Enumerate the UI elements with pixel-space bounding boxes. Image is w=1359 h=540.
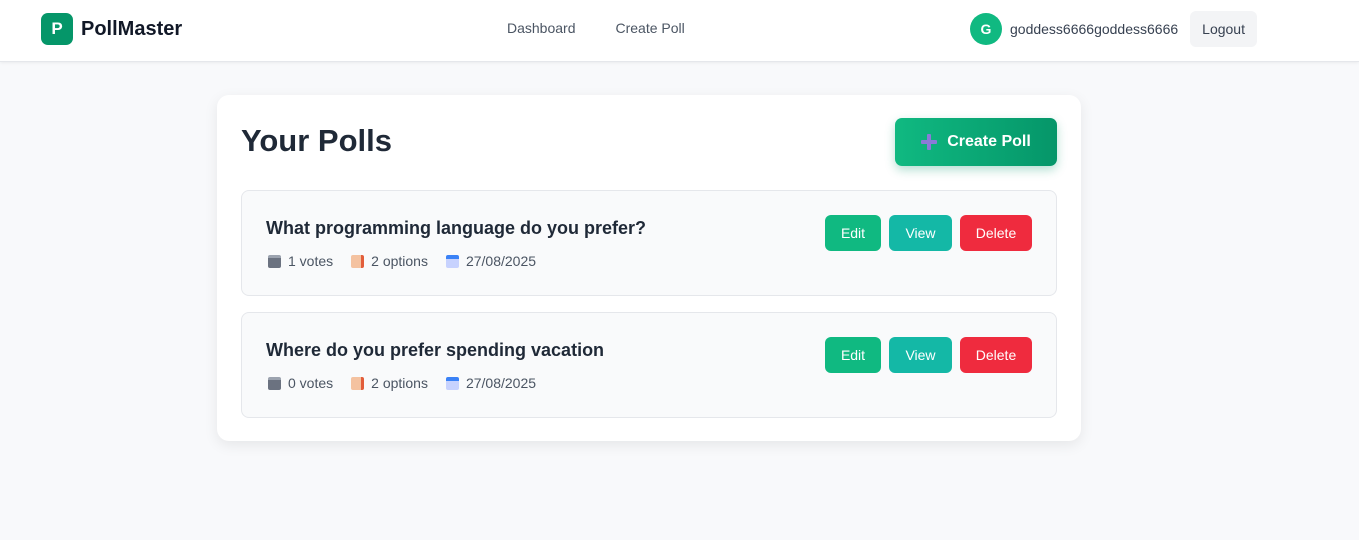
poll-actions: Edit View Delete [825, 337, 1032, 373]
clipboard-icon [268, 254, 281, 268]
poll-votes: 1 votes [288, 253, 334, 269]
nav-create-poll-link[interactable]: Create Poll [616, 20, 685, 36]
memo-icon [351, 254, 365, 268]
polls-card: Your Polls Create Poll What programming … [217, 95, 1081, 441]
create-poll-button-label: Create Poll [947, 133, 1031, 150]
poll-votes: 0 votes [288, 375, 334, 391]
calendar-icon [445, 376, 459, 390]
avatar: G [970, 13, 1002, 45]
poll-date: 27/08/2025 [465, 253, 537, 269]
view-poll-button[interactable]: View [889, 337, 952, 373]
top-navbar: P PollMaster Dashboard Create Poll G god… [0, 0, 1359, 62]
brand-name[interactable]: PollMaster [81, 18, 182, 41]
poll-options-count: 2 options [371, 253, 428, 269]
edit-poll-button[interactable]: Edit [825, 215, 881, 251]
poll-list-item: Where do you prefer spending vacation 0 … [241, 312, 1057, 418]
delete-poll-button[interactable]: Delete [960, 215, 1032, 251]
poll-list-item: What programming language do you prefer?… [241, 190, 1057, 296]
page-title: Your Polls [241, 123, 393, 158]
plus-icon [921, 134, 938, 150]
clipboard-icon [268, 376, 281, 390]
username: goddess6666goddess6666 [1010, 21, 1179, 37]
poll-meta: 1 votes 2 options 27/08/2025 [268, 253, 554, 269]
edit-poll-button[interactable]: Edit [825, 337, 881, 373]
poll-date: 27/08/2025 [465, 375, 537, 391]
poll-actions: Edit View Delete [825, 215, 1032, 251]
logout-button[interactable]: Logout [1190, 11, 1257, 47]
calendar-icon [445, 254, 459, 268]
memo-icon [351, 376, 365, 390]
create-poll-button[interactable]: Create Poll [895, 118, 1057, 166]
brand[interactable]: P PollMaster [41, 13, 182, 45]
brand-logo[interactable]: P [41, 13, 73, 45]
user-area: G goddess6666goddess6666 Logout [970, 11, 1257, 47]
delete-poll-button[interactable]: Delete [960, 337, 1032, 373]
poll-question: What programming language do you prefer? [266, 218, 647, 238]
view-poll-button[interactable]: View [889, 215, 952, 251]
poll-options-count: 2 options [371, 375, 428, 391]
poll-question: Where do you prefer spending vacation [266, 340, 605, 360]
poll-meta: 0 votes 2 options 27/08/2025 [268, 375, 554, 391]
main-nav: Dashboard Create Poll [507, 20, 685, 36]
nav-dashboard-link[interactable]: Dashboard [507, 20, 576, 36]
